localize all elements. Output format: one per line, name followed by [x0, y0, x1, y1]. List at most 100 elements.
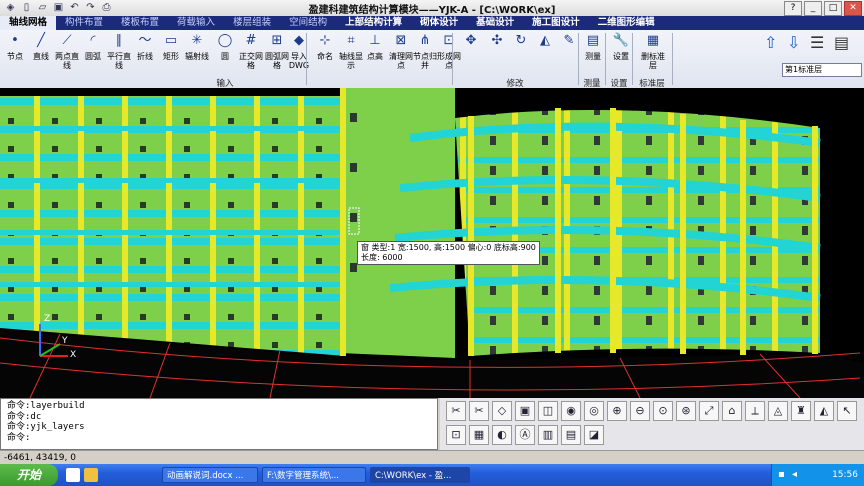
tooltip-line-1: 窗 类型:1 宽:1500, 高:1500 偏心:0 底标高:900: [361, 243, 536, 252]
ribbon-tool-19[interactable]: ✣: [484, 32, 510, 52]
floor-select[interactable]: 第1标准层: [782, 63, 862, 77]
clock: 15:56: [832, 470, 858, 480]
tool-0-icon: •: [11, 33, 19, 48]
view-tool-1-icon[interactable]: ✂: [469, 401, 489, 421]
view-tool-15-icon[interactable]: ♜: [791, 401, 811, 421]
axis-x-label: X: [70, 350, 77, 360]
ribbon-tool-21[interactable]: ◭: [532, 32, 558, 52]
command-input[interactable]: 命令:: [7, 433, 431, 444]
ribbon-tool-9[interactable]: # 正交网格: [238, 32, 264, 70]
menu-tabs: 轴线网格 构件布置 楼板布置 荷载输入 楼层组装 空间结构 上部结构计算 砌体设计 基础设计 施工…: [0, 16, 864, 30]
ribbon-tool-25[interactable]: ▦ 删标准层: [640, 32, 666, 70]
tooltip-line-2: 长度: 6000: [361, 253, 403, 262]
view-tool-7-icon[interactable]: ⊕: [607, 401, 627, 421]
floor-up-icon[interactable]: ⇧: [764, 33, 777, 52]
ribbon-tool-4[interactable]: ∥ 平行直线: [106, 32, 132, 70]
ribbon-tool-12[interactable]: ⊹ 命名: [312, 32, 338, 61]
tool-15-icon: ⊠: [395, 33, 407, 48]
ribbon-tool-7[interactable]: ✳ 辐射线: [184, 32, 210, 61]
command-window[interactable]: 命令:layerbuild 命令:dc 命令:yjk_layers 命令:: [0, 398, 438, 450]
ribbon-tool-13[interactable]: ⌗ 轴线显示: [338, 32, 364, 70]
ribbon-tool-18[interactable]: ✥: [458, 32, 484, 52]
ribbon-tool-20[interactable]: ↻: [508, 32, 534, 52]
view-tool-24-icon[interactable]: ◪: [584, 425, 604, 445]
ribbon-tool-15[interactable]: ⊠ 清理网点: [388, 32, 414, 70]
tool-8-icon: ◯: [217, 33, 233, 48]
tool-7-icon: ✳: [191, 33, 203, 48]
view-tool-8-icon[interactable]: ⊖: [630, 401, 650, 421]
task-explorer[interactable]: F:\数字管理系统\...: [262, 467, 366, 483]
maximize-button[interactable]: □: [824, 1, 842, 16]
ribbon-tool-11[interactable]: ◆ 导入DWG: [286, 32, 312, 70]
help-icon[interactable]: ?: [784, 1, 802, 16]
floor-layers-icon[interactable]: ▤: [834, 33, 849, 52]
tab-8[interactable]: 基础设计: [467, 16, 523, 30]
tab-1[interactable]: 构件布置: [56, 16, 112, 30]
tool-18-icon: ✥: [465, 33, 477, 48]
ribbon-tool-16[interactable]: ⋔ 节点归并: [412, 32, 438, 70]
view-tool-22-icon[interactable]: ▥: [538, 425, 558, 445]
view-toolbar: ✂ ✂ ◇ ▣ ◫ ◉ ◎ ⊕ ⊖ ⊙ ⊛ ⤢ ⌂ ⟂ ◬ ♜ ◭ ↖ ⊡ ▦ ◐ Ⓐ ▥ ▤ ◪: [440, 398, 864, 450]
tab-7[interactable]: 砌体设计: [411, 16, 467, 30]
ribbon-tool-0[interactable]: • 节点: [2, 32, 28, 61]
view-tool-17-icon[interactable]: ↖: [837, 401, 857, 421]
view-tool-5-icon[interactable]: ◉: [561, 401, 581, 421]
view-tool-16-icon[interactable]: ◭: [814, 401, 834, 421]
tab-0[interactable]: 轴线网格: [0, 16, 57, 30]
close-button[interactable]: ✕: [844, 1, 862, 16]
tab-4[interactable]: 楼层组装: [224, 16, 280, 30]
view-tool-23-icon[interactable]: ▤: [561, 425, 581, 445]
quicklaunch-desktop-icon[interactable]: [66, 468, 80, 482]
volume-icon[interactable]: ◂: [792, 469, 797, 480]
floor-down-icon[interactable]: ⇩: [787, 33, 800, 52]
network-icon[interactable]: ▪: [778, 469, 785, 480]
ribbon-tool-6[interactable]: ▭ 矩形: [158, 32, 184, 61]
tool-9-icon: #: [245, 33, 257, 48]
ribbon-tool-1[interactable]: ╱ 直线: [28, 32, 54, 61]
floors-stack-icon[interactable]: ☰: [810, 33, 824, 52]
view-tool-3-icon[interactable]: ▣: [515, 401, 535, 421]
view-tool-12-icon[interactable]: ⌂: [722, 401, 742, 421]
view-tool-6-icon[interactable]: ◎: [584, 401, 604, 421]
ribbon-tool-5[interactable]: 〜折线: [132, 32, 158, 61]
tool-label: 节点: [7, 52, 23, 61]
coordinate-readout: -6461, 43419, 0: [4, 453, 76, 463]
view-tool-20-icon[interactable]: ◐: [492, 425, 512, 445]
task-yjk-app[interactable]: C:\WORK\ex - 盈...: [370, 467, 470, 483]
minimize-button[interactable]: _: [804, 1, 822, 16]
tool-label: 节点归并: [413, 52, 437, 70]
ribbon-tool-2[interactable]: ⟋ 两点直线: [54, 32, 80, 70]
tool-label: 命名: [317, 52, 333, 61]
view-tool-11-icon[interactable]: ⤢: [699, 401, 719, 421]
tool-label: 圆: [221, 52, 229, 61]
taskbar: 开始 动画解说词.docx ... F:\数字管理系统\... C:\WORK\…: [0, 464, 864, 486]
tool-label: 测量: [585, 52, 601, 61]
view-tool-10-icon[interactable]: ⊛: [676, 401, 696, 421]
ribbon-tool-23[interactable]: ▤ 测量: [580, 32, 606, 61]
quicklaunch-folder-icon[interactable]: [84, 468, 98, 482]
tab-2[interactable]: 楼板布置: [112, 16, 168, 30]
view-tool-21-icon[interactable]: Ⓐ: [515, 425, 535, 445]
tab-6[interactable]: 上部结构计算: [336, 16, 411, 30]
tab-3[interactable]: 荷载输入: [168, 16, 224, 30]
task-word-doc[interactable]: 动画解说词.docx ...: [162, 467, 258, 483]
ribbon-tool-14[interactable]: ⊥ 点高: [362, 32, 388, 61]
view-tool-2-icon[interactable]: ◇: [492, 401, 512, 421]
view-tool-13-icon[interactable]: ⟂: [745, 401, 765, 421]
tab-5[interactable]: 空间结构: [280, 16, 336, 30]
view-tool-19-icon[interactable]: ▦: [469, 425, 489, 445]
view-tool-14-icon[interactable]: ◬: [768, 401, 788, 421]
window-title: 盈建科建筑结构计算模块——YJK-A - [C:\WORK\ex]: [308, 5, 556, 16]
ribbon-tool-24[interactable]: 🔧 设置: [608, 32, 634, 61]
ribbon-tool-8[interactable]: ◯ 圆: [212, 32, 238, 61]
view-tool-9-icon[interactable]: ⊙: [653, 401, 673, 421]
tab-9[interactable]: 施工图设计: [523, 16, 589, 30]
view-tool-18-icon[interactable]: ⊡: [446, 425, 466, 445]
view-tool-0-icon[interactable]: ✂: [446, 401, 466, 421]
view-tool-4-icon[interactable]: ◫: [538, 401, 558, 421]
start-button[interactable]: 开始: [0, 464, 58, 486]
model-viewport[interactable]: Z X Y 窗 类型:1 宽:1500, 高:1500 偏心:0 底标高:900…: [0, 88, 864, 399]
tab-10[interactable]: 二维图形编辑: [589, 16, 664, 30]
ribbon-tool-3[interactable]: ◜ 圆弧: [80, 32, 106, 61]
element-tooltip: 窗 类型:1 宽:1500, 高:1500 偏心:0 底标高:900 长度: 6…: [357, 241, 540, 265]
